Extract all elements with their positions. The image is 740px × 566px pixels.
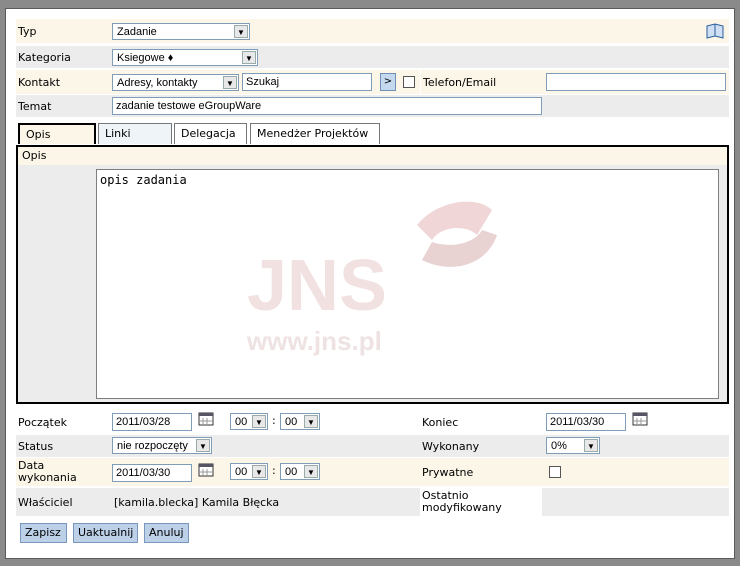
tab-menedzer-projektow[interactable]: Menedżer Projektów — [250, 123, 380, 144]
opis-panel: Opis opis zadania JNS www.jns.pl — [16, 145, 729, 404]
kategoria-select-value: Ksiegowe ♦ — [117, 51, 174, 64]
kontakt-go-button[interactable]: > — [380, 73, 396, 91]
chevron-down-icon: ▼ — [196, 439, 210, 452]
temat-row: Temat zadanie testowe eGroupWare — [16, 95, 729, 117]
completion-minute-value: 00 — [285, 465, 298, 478]
kontakt-row: Kontakt Adresy, kontakty ▼ Szukaj > Tele… — [16, 70, 729, 94]
update-button[interactable]: Uaktualnij — [73, 523, 138, 543]
telefon-input[interactable] — [546, 73, 726, 91]
kontakt-select-value: Adresy, kontakty — [117, 76, 198, 89]
end-date-input[interactable]: 2011/03/30 — [546, 413, 626, 431]
chevron-down-icon: ▼ — [252, 465, 266, 478]
end-label: Koniec — [422, 415, 459, 429]
chevron-down-icon: ▼ — [584, 439, 598, 452]
status-label: Status — [18, 439, 54, 453]
tab-delegacja[interactable]: Delegacja — [174, 123, 247, 144]
kontakt-search-value: Szukaj — [246, 76, 280, 88]
completion-minute-select[interactable]: 00 ▼ — [280, 463, 320, 480]
modified-label: Ostatnio modyfikowany — [420, 488, 542, 516]
done-select[interactable]: 0% ▼ — [546, 437, 600, 454]
kontakt-label: Kontakt — [18, 75, 61, 89]
private-checkbox[interactable] — [549, 466, 561, 478]
button-bar: Zapisz Uaktualnij Anuluj — [20, 523, 320, 543]
watermark-brand: JNS — [247, 246, 387, 326]
time-separator: : — [272, 414, 276, 427]
calendar-icon[interactable] — [632, 410, 648, 426]
completion-row: Data wykonania 2011/03/30 00 ▼ : 00 ▼ Pryw… — [16, 458, 729, 486]
tab-linki[interactable]: Linki — [98, 123, 172, 144]
start-minute-select[interactable]: 00 ▼ — [280, 413, 320, 430]
start-date-input[interactable]: 2011/03/28 — [112, 413, 192, 431]
start-hour-select[interactable]: 00 ▼ — [230, 413, 268, 430]
start-minute-value: 00 — [285, 415, 298, 428]
start-end-row: Początek 2011/03/28 00 ▼ : 00 ▼ Koniec 201… — [16, 410, 729, 434]
tab-opis[interactable]: Opis — [18, 123, 96, 144]
temat-value: zadanie testowe eGroupWare — [116, 100, 262, 112]
status-row: Status nie rozpoczęty ▼ Wykonany 0% ▼ — [16, 435, 729, 457]
chevron-down-icon: ▼ — [234, 25, 248, 38]
chevron-down-icon: ▼ — [304, 465, 318, 478]
start-hour-value: 00 — [235, 415, 248, 428]
owner-value: [kamila.blecka] Kamila Błęcka — [114, 495, 280, 509]
completion-hour-value: 00 — [235, 465, 248, 478]
kategoria-row: Kategoria Ksiegowe ♦ ▼ — [16, 46, 729, 68]
opis-text: opis zadania — [100, 173, 187, 187]
kontakt-select[interactable]: Adresy, kontakty ▼ — [112, 74, 239, 91]
telefon-label: Telefon/Email — [420, 70, 496, 94]
done-value: 0% — [551, 439, 567, 452]
time-separator: : — [272, 464, 276, 477]
window-frame: Typ Zadanie ▼ Kategoria Ksiegowe ♦ ▼ Kon… — [0, 0, 740, 566]
watermark-url: www.jns.pl — [246, 326, 382, 356]
book-icon[interactable] — [705, 22, 725, 40]
kategoria-label: Kategoria — [18, 50, 71, 64]
chevron-down-icon: ▼ — [252, 415, 266, 428]
completion-date-input[interactable]: 2011/03/30 — [112, 464, 192, 482]
tab-bar: Opis Linki Delegacja Menedżer Projektów — [16, 123, 729, 144]
kategoria-select[interactable]: Ksiegowe ♦ ▼ — [112, 49, 258, 66]
jns-watermark-logo: JNS www.jns.pl — [246, 201, 497, 356]
kontakt-search-input[interactable]: Szukaj — [242, 73, 372, 91]
completion-label: Data wykonania — [18, 459, 77, 484]
status-select[interactable]: nie rozpoczęty ▼ — [112, 437, 212, 454]
owner-row: Właściciel [kamila.blecka] Kamila Błęcka… — [16, 488, 729, 516]
task-edit-window: Typ Zadanie ▼ Kategoria Ksiegowe ♦ ▼ Kon… — [5, 8, 735, 559]
completion-hour-select[interactable]: 00 ▼ — [230, 463, 268, 480]
opis-textarea[interactable]: opis zadania JNS www.jns.pl — [96, 169, 719, 399]
start-label: Początek — [18, 415, 67, 429]
done-label: Wykonany — [422, 439, 480, 453]
calendar-icon[interactable] — [198, 461, 214, 477]
cancel-button[interactable]: Anuluj — [144, 523, 189, 543]
kontakt-checkbox[interactable] — [403, 76, 415, 88]
private-label: Prywatne — [422, 465, 474, 479]
save-button[interactable]: Zapisz — [20, 523, 67, 543]
opis-section-label: Opis — [18, 147, 727, 165]
chevron-down-icon: ▼ — [304, 415, 318, 428]
status-value: nie rozpoczęty — [117, 439, 188, 452]
owner-label: Właściciel — [18, 495, 73, 509]
chevron-down-icon: ▼ — [223, 76, 237, 89]
chevron-down-icon: ▼ — [242, 51, 256, 64]
typ-row: Typ Zadanie ▼ — [16, 19, 729, 43]
typ-label: Typ — [18, 24, 37, 38]
calendar-icon[interactable] — [198, 410, 214, 426]
temat-input[interactable]: zadanie testowe eGroupWare — [112, 97, 542, 115]
typ-select-value: Zadanie — [117, 25, 157, 38]
temat-label: Temat — [18, 99, 52, 113]
typ-select[interactable]: Zadanie ▼ — [112, 23, 250, 40]
